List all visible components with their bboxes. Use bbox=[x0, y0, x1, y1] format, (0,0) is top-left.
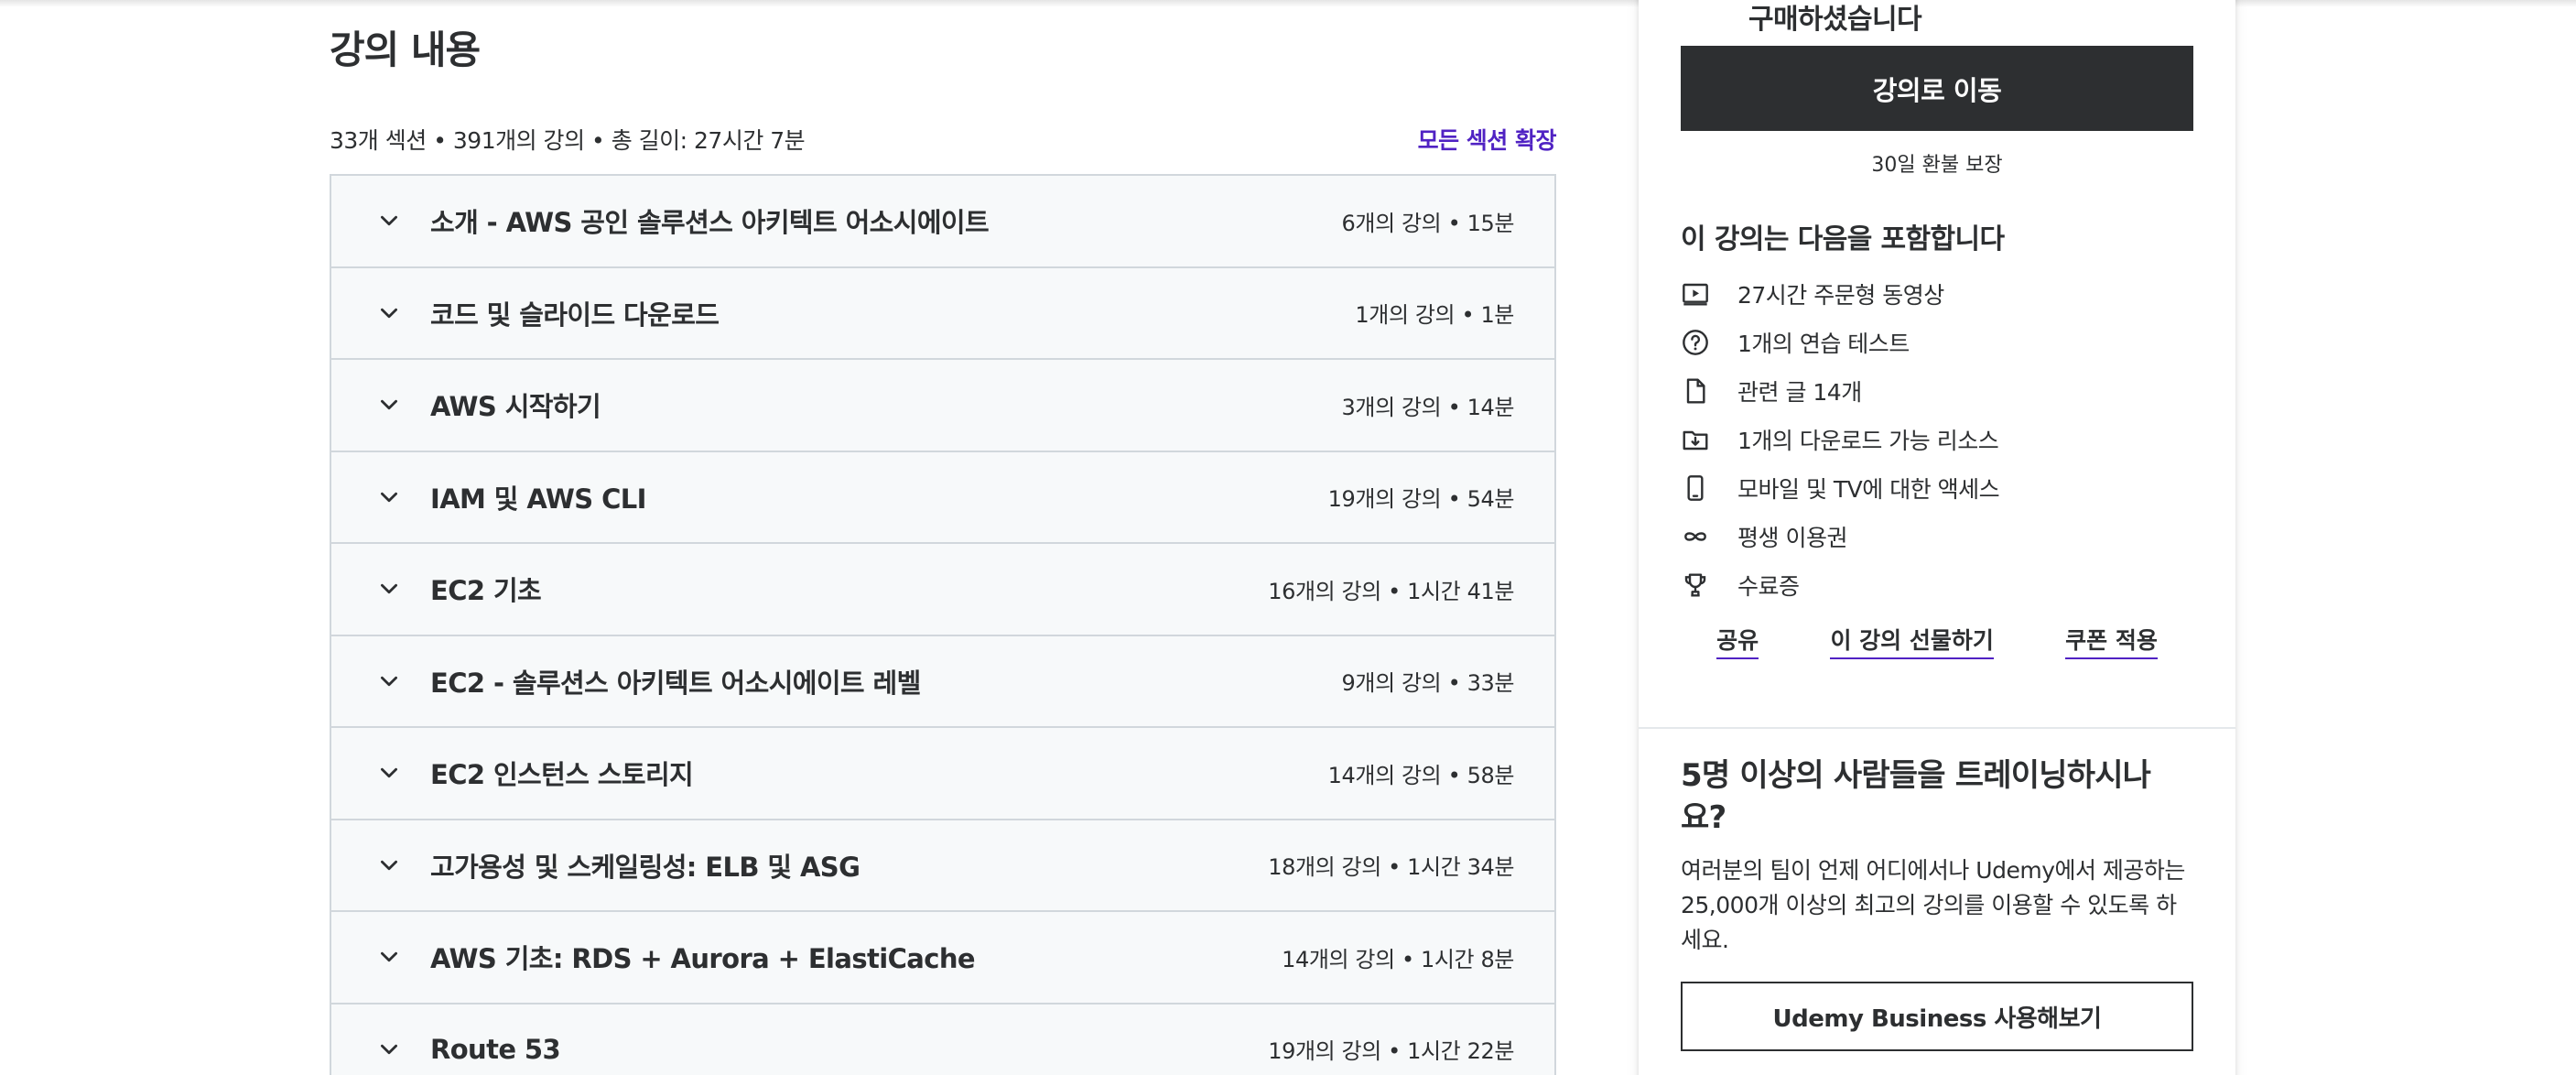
section-meta: 3개의 강의 • 14분 bbox=[1341, 394, 1515, 420]
chevron-down-icon bbox=[381, 216, 397, 226]
section-meta: 19개의 강의 • 1시간 22분 bbox=[1268, 1038, 1514, 1065]
business-title: 5명 이상의 사람들을 트레이닝하시나요? bbox=[1681, 757, 2151, 836]
include-text: 모바일 및 TV에 대한 액세스 bbox=[1737, 475, 2000, 503]
sidebar-actions: 공유 이 강의 선물하기 쿠폰 적용 bbox=[1681, 623, 2193, 659]
chevron-down-icon bbox=[381, 492, 397, 502]
section-meta: 16개의 강의 • 1시간 41분 bbox=[1268, 578, 1514, 604]
section-item[interactable]: EC2 인스턴스 스토리지 14개의 강의 • 58분 bbox=[331, 728, 1554, 820]
includes-list: 27시간 주문형 동영상 1개의 연습 테스트 관련 글 14개 1개의 다운로… bbox=[1681, 269, 2193, 609]
include-item: 관련 글 14개 bbox=[1681, 366, 2193, 415]
section-title: Route 53 bbox=[430, 1033, 561, 1065]
file-icon bbox=[1686, 378, 1705, 403]
expand-all-sections-button[interactable]: 모든 섹션 확장 bbox=[1418, 123, 1557, 156]
chevron-down-icon bbox=[381, 768, 397, 778]
share-link[interactable]: 공유 bbox=[1716, 623, 1759, 659]
include-item: 평생 이용권 bbox=[1681, 512, 2193, 560]
section-title: AWS 시작하기 bbox=[430, 391, 601, 423]
trophy-icon bbox=[1684, 572, 1706, 597]
include-text: 수료증 bbox=[1737, 572, 1800, 600]
infinity-icon bbox=[1684, 531, 1706, 541]
include-text: 1개의 다운로드 가능 리소스 bbox=[1737, 427, 1999, 454]
chevron-down-icon bbox=[381, 400, 397, 410]
section-title: AWS 기초: RDS + Aurora + ElastiCache bbox=[430, 943, 976, 975]
video-icon bbox=[1683, 283, 1708, 306]
section-title: 소개 - AWS 공인 솔루션스 아키텍트 어소시에이트 bbox=[430, 207, 990, 239]
include-item: 모바일 및 TV에 대한 액세스 bbox=[1681, 463, 2193, 512]
section-title: 코드 및 슬라이드 다운로드 bbox=[430, 299, 720, 331]
section-meta: 14개의 강의 • 1시간 8분 bbox=[1282, 946, 1514, 972]
section-title: IAM 및 AWS CLI bbox=[430, 483, 646, 515]
chevron-down-icon bbox=[381, 676, 397, 686]
chevron-down-icon bbox=[381, 584, 397, 594]
mobile-icon bbox=[1687, 474, 1704, 501]
include-text: 1개의 연습 테스트 bbox=[1737, 330, 1910, 357]
try-udemy-business-button[interactable]: Udemy Business 사용해보기 bbox=[1681, 982, 2193, 1051]
section-title: 고가용성 및 스케일링성: ELB 및 ASG bbox=[430, 851, 860, 883]
refund-guarantee: 30일 환불 보장 bbox=[1871, 154, 2003, 177]
section-item[interactable]: 소개 - AWS 공인 솔루션스 아키텍트 어소시에이트 6개의 강의 • 15… bbox=[331, 176, 1554, 268]
section-meta: 6개의 강의 • 15분 bbox=[1341, 210, 1515, 236]
section-meta: 9개의 강의 • 33분 bbox=[1341, 670, 1515, 697]
section-item[interactable]: EC2 기초 16개의 강의 • 1시간 41분 bbox=[331, 544, 1554, 636]
business-description: 여러분의 팀이 언제 어디에서나 Udemy에서 제공하는 25,000개 이상… bbox=[1681, 857, 2185, 953]
include-item: 27시간 주문형 동영상 bbox=[1681, 269, 2193, 318]
purchased-notice: 구매하셨습니다 bbox=[1748, 4, 1922, 36]
gift-course-link[interactable]: 이 강의 선물하기 bbox=[1830, 623, 1994, 659]
sidebar-divider bbox=[1639, 727, 2235, 729]
section-meta: 14개의 강의 • 58분 bbox=[1327, 762, 1515, 788]
content-summary: 33개 섹션 • 391개의 강의 • 총 길이: 27시간 7분 bbox=[330, 127, 806, 154]
include-item: 1개의 연습 테스트 bbox=[1681, 318, 2193, 366]
chevron-down-icon bbox=[381, 308, 397, 318]
section-meta: 18개의 강의 • 1시간 34분 bbox=[1268, 854, 1514, 881]
course-page: 강의 내용 33개 섹션 • 391개의 강의 • 총 길이: 27시간 7분 … bbox=[0, 0, 2576, 1075]
chevron-down-icon bbox=[381, 1044, 397, 1054]
section-title: EC2 - 솔루션스 아키텍트 어소시에이트 레벨 bbox=[430, 667, 921, 699]
includes-title: 이 강의는 다음을 포함합니다 bbox=[1681, 223, 2005, 255]
include-text: 관련 글 14개 bbox=[1737, 378, 1862, 406]
page-title: 강의 내용 bbox=[330, 27, 481, 72]
section-item[interactable]: EC2 - 솔루션스 아키텍트 어소시에이트 레벨 9개의 강의 • 33분 bbox=[331, 635, 1554, 728]
include-text: 27시간 주문형 동영상 bbox=[1737, 281, 1944, 309]
content-summary-row: 33개 섹션 • 391개의 강의 • 총 길이: 27시간 7분 모든 섹션 … bbox=[330, 119, 1557, 159]
section-title: EC2 기초 bbox=[430, 575, 542, 607]
include-item: 1개의 다운로드 가능 리소스 bbox=[1681, 415, 2193, 463]
question-circle-icon bbox=[1683, 329, 1708, 355]
apply-coupon-link[interactable]: 쿠폰 적용 bbox=[2065, 623, 2158, 659]
chevron-down-icon bbox=[381, 860, 397, 870]
section-meta: 1개의 강의 • 1분 bbox=[1355, 302, 1514, 329]
section-item[interactable]: 고가용성 및 스케일링성: ELB 및 ASG 18개의 강의 • 1시간 34… bbox=[331, 820, 1554, 912]
section-list: 소개 - AWS 공인 솔루션스 아키텍트 어소시에이트 6개의 강의 • 15… bbox=[330, 174, 1556, 1075]
section-item[interactable]: Route 53 19개의 강의 • 1시간 22분 bbox=[331, 1004, 1554, 1075]
chevron-down-icon bbox=[381, 952, 397, 962]
include-text: 평생 이용권 bbox=[1737, 524, 1847, 551]
section-item[interactable]: AWS 시작하기 3개의 강의 • 14분 bbox=[331, 360, 1554, 452]
section-title: EC2 인스턴스 스토리지 bbox=[430, 759, 694, 791]
go-to-course-button[interactable]: 강의로 이동 bbox=[1681, 46, 2193, 131]
section-item[interactable]: 코드 및 슬라이드 다운로드 1개의 강의 • 1분 bbox=[331, 267, 1554, 360]
include-item: 수료증 bbox=[1681, 560, 2193, 609]
purchase-sidebar: 구매하셨습니다 강의로 이동 30일 환불 보장 이 강의는 다음을 포함합니다… bbox=[1639, 0, 2235, 1075]
section-item[interactable]: IAM 및 AWS CLI 19개의 강의 • 54분 bbox=[331, 451, 1554, 544]
download-folder-icon bbox=[1683, 430, 1708, 450]
section-meta: 19개의 강의 • 54분 bbox=[1327, 486, 1515, 513]
section-item[interactable]: AWS 기초: RDS + Aurora + ElastiCache 14개의 … bbox=[331, 912, 1554, 1004]
